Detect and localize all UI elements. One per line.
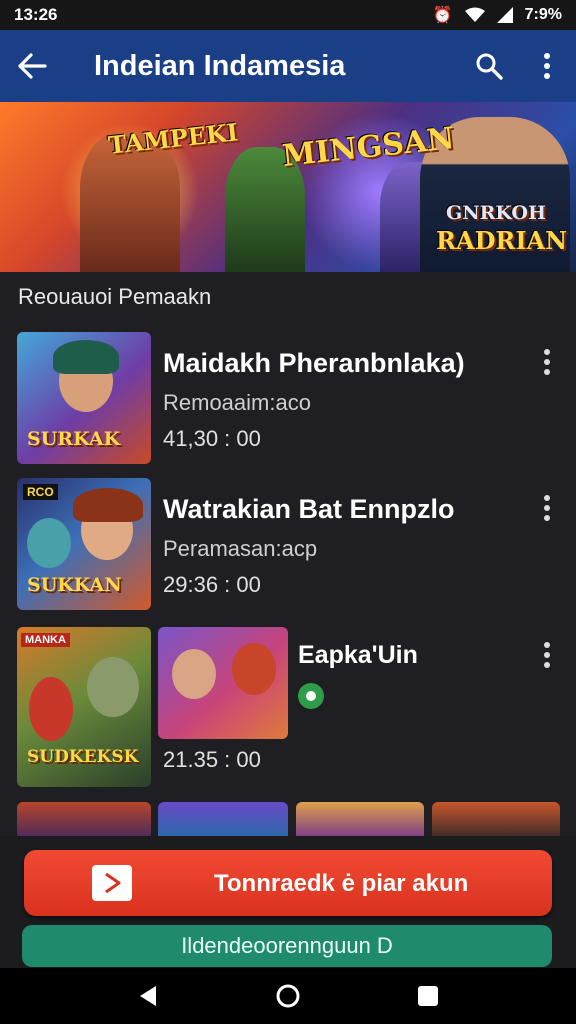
status-time: 13:26	[14, 5, 58, 24]
game-logo: SUKKAN	[27, 574, 122, 596]
item-time: 41,30 : 00	[163, 426, 261, 451]
circle-home-icon	[276, 984, 300, 1008]
list-item-partial[interactable]	[432, 802, 560, 838]
primary-action-label: Tonnraedk ė piar akun	[214, 870, 469, 897]
item-title: Eapka'Uin	[298, 641, 418, 669]
item-time: 21.35 : 00	[163, 747, 261, 772]
secondary-action-label: Ildendeoorennguun D	[181, 933, 393, 958]
item-menu-button[interactable]	[532, 635, 562, 675]
game-logo: SURKAK	[27, 428, 121, 450]
play-icon	[92, 865, 132, 901]
banner-logo-right-bottom: RADRIAN	[436, 226, 568, 255]
search-button[interactable]	[460, 30, 518, 102]
thumbnail-tag: MANKA	[21, 633, 70, 647]
nav-recents-button[interactable]	[412, 980, 444, 1012]
more-vert-icon	[544, 53, 550, 79]
status-bar: 13:26 ⏰ 7:9%	[0, 0, 576, 30]
hero-hair	[73, 488, 143, 522]
game-thumbnail: RCO SUKKAN	[17, 478, 151, 610]
arrow-left-icon	[18, 53, 47, 79]
battery-level: 7:9%	[524, 6, 562, 23]
more-vert-icon	[544, 642, 550, 668]
nav-back-button[interactable]	[132, 980, 164, 1012]
side-hero	[29, 677, 73, 741]
list-item[interactable]: SURKAK Maidakh Pheranbnlaka) Remoaaim:ac…	[0, 330, 576, 465]
more-vert-icon	[544, 349, 550, 375]
list-item-partial[interactable]	[17, 802, 151, 838]
hero-face	[232, 643, 276, 695]
game-thumbnail: MANKA SUDKEKSK	[17, 627, 151, 787]
triangle-back-icon	[140, 986, 156, 1006]
signal-icon	[496, 7, 513, 23]
status-icons: ⏰ 7:9%	[433, 5, 562, 25]
more-options-button[interactable]	[518, 30, 576, 102]
page-title: Indeian Indamesia	[94, 49, 346, 82]
search-icon	[476, 53, 503, 80]
game-thumbnail: SURKAK	[17, 332, 151, 464]
hero-face	[87, 657, 139, 717]
more-vert-icon	[544, 495, 550, 521]
primary-action-button[interactable]: Tonnraedk ė piar akun	[24, 850, 552, 916]
game-logo: SUDKEKSK	[27, 747, 139, 767]
list-item[interactable]: RCO SUKKAN Watrakian Bat Ennpzlo Peramas…	[0, 476, 576, 611]
item-menu-button[interactable]	[532, 488, 562, 528]
item-title: Maidakh Pheranbnlaka)	[163, 348, 465, 378]
back-button[interactable]	[0, 30, 64, 102]
alarm-icon: ⏰	[432, 7, 453, 24]
item-menu-button[interactable]	[532, 342, 562, 382]
secondary-action-button[interactable]: Ildendeoorennguun D	[22, 925, 552, 967]
system-nav-bar	[0, 968, 576, 1024]
thumbnail-tag: RCO	[23, 484, 58, 500]
hero-face	[172, 649, 216, 699]
item-title: Watrakian Bat Ennpzlo	[163, 494, 455, 524]
item-subtitle: Remoaaim:aco	[163, 390, 311, 415]
square-recents-icon	[418, 986, 438, 1006]
featured-banner[interactable]: TAMPEKI MINGSAN GNRKOH RADRIAN	[0, 102, 576, 272]
section-title: Reouauoi Pemaakn	[18, 284, 212, 309]
nav-home-button[interactable]	[272, 980, 304, 1012]
list-item-partial[interactable]	[158, 802, 288, 838]
app-bar: Indeian Indamesia	[0, 30, 576, 102]
side-creature	[27, 518, 71, 568]
banner-logo-right-top: GNRKOH	[446, 202, 546, 224]
status-dot-icon	[298, 683, 324, 709]
list-item-partial[interactable]	[296, 802, 424, 838]
hero-hair	[53, 340, 119, 374]
item-subtitle: Peramasan:acp	[163, 536, 318, 561]
game-thumbnail-secondary	[158, 627, 288, 739]
list-item[interactable]: MANKA SUDKEKSK Eapka'Uin 21.35 : 00	[0, 625, 576, 790]
item-time: 29:36 : 00	[163, 572, 261, 597]
wifi-icon	[464, 7, 485, 22]
